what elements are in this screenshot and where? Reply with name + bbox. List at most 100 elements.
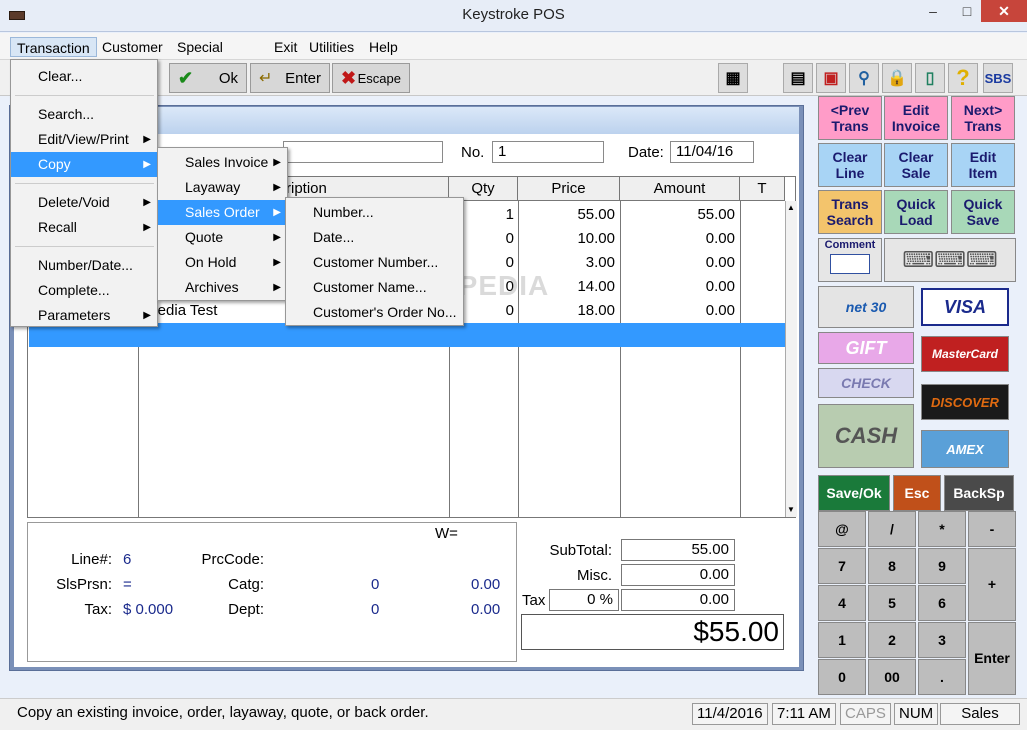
menu-help[interactable]: Help [363, 37, 404, 57]
menu-special[interactable]: Special [171, 37, 229, 57]
salesperson-value[interactable]: = [123, 576, 132, 593]
clear-line-button[interactable]: Clear Line [818, 143, 882, 187]
menu-item-copy[interactable]: Copy ▶ [11, 152, 157, 177]
column-header-t[interactable]: T [740, 177, 785, 201]
amount-cell[interactable]: 0.00 [620, 299, 735, 322]
next-trans-button[interactable]: Next> Trans [951, 96, 1015, 140]
calendar-icon[interactable]: ▣ [816, 63, 846, 93]
key-plus[interactable]: + [968, 548, 1016, 621]
phone-icon[interactable]: ▯ [915, 63, 945, 93]
edit-item-button[interactable]: Edit Item [951, 143, 1015, 187]
enter-button[interactable]: ↵ Enter [250, 63, 330, 93]
menu-item-by-number[interactable]: Number... [286, 200, 463, 225]
key-7[interactable]: 7 [818, 548, 866, 584]
key-9[interactable]: 9 [918, 548, 966, 584]
price-cell[interactable]: 18.00 [518, 299, 615, 322]
menu-item-delete-void[interactable]: Delete/Void ▶ [11, 190, 157, 215]
menu-transaction[interactable]: Transaction [10, 37, 97, 57]
menu-item-sales-order[interactable]: Sales Order ▶ [158, 200, 287, 225]
key-star[interactable]: * [918, 511, 966, 547]
calculator-icon[interactable]: ▤ [783, 63, 813, 93]
menu-item-archives[interactable]: Archives ▶ [158, 275, 287, 300]
key-3[interactable]: 3 [918, 622, 966, 658]
menu-item-by-date[interactable]: Date... [286, 225, 463, 250]
menu-item-on-hold[interactable]: On Hold ▶ [158, 250, 287, 275]
amount-cell[interactable]: 0.00 [620, 227, 735, 250]
misc-field[interactable]: 0.00 [621, 564, 735, 586]
menu-item-recall[interactable]: Recall ▶ [11, 215, 157, 240]
menu-item-layaway[interactable]: Layaway ▶ [158, 175, 287, 200]
key-minus[interactable]: - [968, 511, 1016, 547]
grid-icon[interactable]: ▦ [718, 63, 748, 93]
amex-button[interactable]: AMEX [921, 430, 1009, 468]
menu-item-by-customer-number[interactable]: Customer Number... [286, 250, 463, 275]
key-5[interactable]: 5 [868, 585, 916, 621]
esc-key[interactable]: Esc [893, 475, 941, 511]
key-4[interactable]: 4 [818, 585, 866, 621]
trans-search-button[interactable]: Trans Search [818, 190, 882, 234]
price-cell[interactable]: 55.00 [518, 203, 615, 226]
amount-cell[interactable]: 55.00 [620, 203, 735, 226]
key-8[interactable]: 8 [868, 548, 916, 584]
customer-field[interactable] [283, 141, 443, 163]
quick-load-button[interactable]: Quick Load [884, 190, 948, 234]
net30-button[interactable]: net 30 [818, 286, 914, 328]
key-1[interactable]: 1 [818, 622, 866, 658]
column-header-amount[interactable]: Amount [620, 177, 740, 201]
menu-utilities[interactable]: Utilities [303, 37, 360, 57]
key-at[interactable]: @ [818, 511, 866, 547]
help-icon[interactable]: ? [948, 63, 978, 93]
amount-cell[interactable]: 0.00 [620, 251, 735, 274]
menu-item-edit-view-print[interactable]: Edit/View/Print ▶ [11, 127, 157, 152]
lock-icon[interactable]: 🔒 [882, 63, 912, 93]
scroll-up-icon[interactable]: ▲ [787, 203, 795, 212]
menu-item-clear[interactable]: Clear... [11, 64, 157, 89]
menu-item-sales-invoice[interactable]: Sales Invoice ▶ [158, 150, 287, 175]
save-ok-key[interactable]: Save/Ok [818, 475, 890, 511]
visa-button[interactable]: VISA [921, 288, 1009, 326]
quick-save-button[interactable]: Quick Save [951, 190, 1015, 234]
escape-button[interactable]: ✖ Escape [332, 63, 410, 93]
key-decimal[interactable]: . [918, 659, 966, 695]
scroll-down-icon[interactable]: ▼ [787, 505, 795, 514]
key-slash[interactable]: / [868, 511, 916, 547]
menu-item-by-customer-order-no[interactable]: Customer's Order No... [286, 300, 463, 325]
ok-button[interactable]: ✔ Ok [169, 63, 247, 93]
key-00[interactable]: 00 [868, 659, 916, 695]
backspace-key[interactable]: BackSp [944, 475, 1014, 511]
date-field[interactable]: 11/04/16 [670, 141, 754, 163]
key-0[interactable]: 0 [818, 659, 866, 695]
amount-cell[interactable]: 0.00 [620, 275, 735, 298]
edit-invoice-button[interactable]: Edit Invoice [884, 96, 948, 140]
menu-exit[interactable]: Exit [268, 37, 303, 57]
tax-percent-field[interactable]: 0 % [549, 589, 619, 611]
close-button[interactable]: ✕ [981, 0, 1027, 22]
comment-button[interactable]: Comment [818, 238, 882, 282]
prev-trans-button[interactable]: <Prev Trans [818, 96, 882, 140]
menu-item-complete[interactable]: Complete... [11, 278, 157, 303]
gift-button[interactable]: GIFT [818, 332, 914, 364]
menu-item-by-customer-name[interactable]: Customer Name... [286, 275, 463, 300]
check-button[interactable]: CHECK [818, 368, 914, 398]
vertical-scrollbar[interactable]: ▲ ▼ [785, 201, 797, 517]
price-cell[interactable]: 10.00 [518, 227, 615, 250]
key-enter[interactable]: Enter [968, 622, 1016, 695]
clear-sale-button[interactable]: Clear Sale [884, 143, 948, 187]
discover-button[interactable]: DISCOVER [921, 384, 1009, 420]
mastercard-button[interactable]: MasterCard [921, 336, 1009, 372]
menu-item-search[interactable]: Search... [11, 102, 157, 127]
menu-item-quote[interactable]: Quote ▶ [158, 225, 287, 250]
sbs-logo-icon[interactable]: SBS [983, 63, 1013, 93]
menu-item-number-date[interactable]: Number/Date... [11, 253, 157, 278]
menu-item-parameters[interactable]: Parameters ▶ [11, 303, 157, 328]
invoice-number-field[interactable]: 1 [492, 141, 604, 163]
category-value: 0 [371, 576, 380, 593]
key-2[interactable]: 2 [868, 622, 916, 658]
sales-order-submenu: Number... Date... Customer Number... Cus… [285, 197, 464, 326]
column-header-price[interactable]: Price [518, 177, 620, 201]
key-6[interactable]: 6 [918, 585, 966, 621]
menu-customer[interactable]: Customer [96, 37, 169, 57]
keyboard-button[interactable]: ⌨⌨⌨ [884, 238, 1016, 282]
cash-button[interactable]: CASH [818, 404, 914, 468]
search-icon[interactable]: ⚲ [849, 63, 879, 93]
